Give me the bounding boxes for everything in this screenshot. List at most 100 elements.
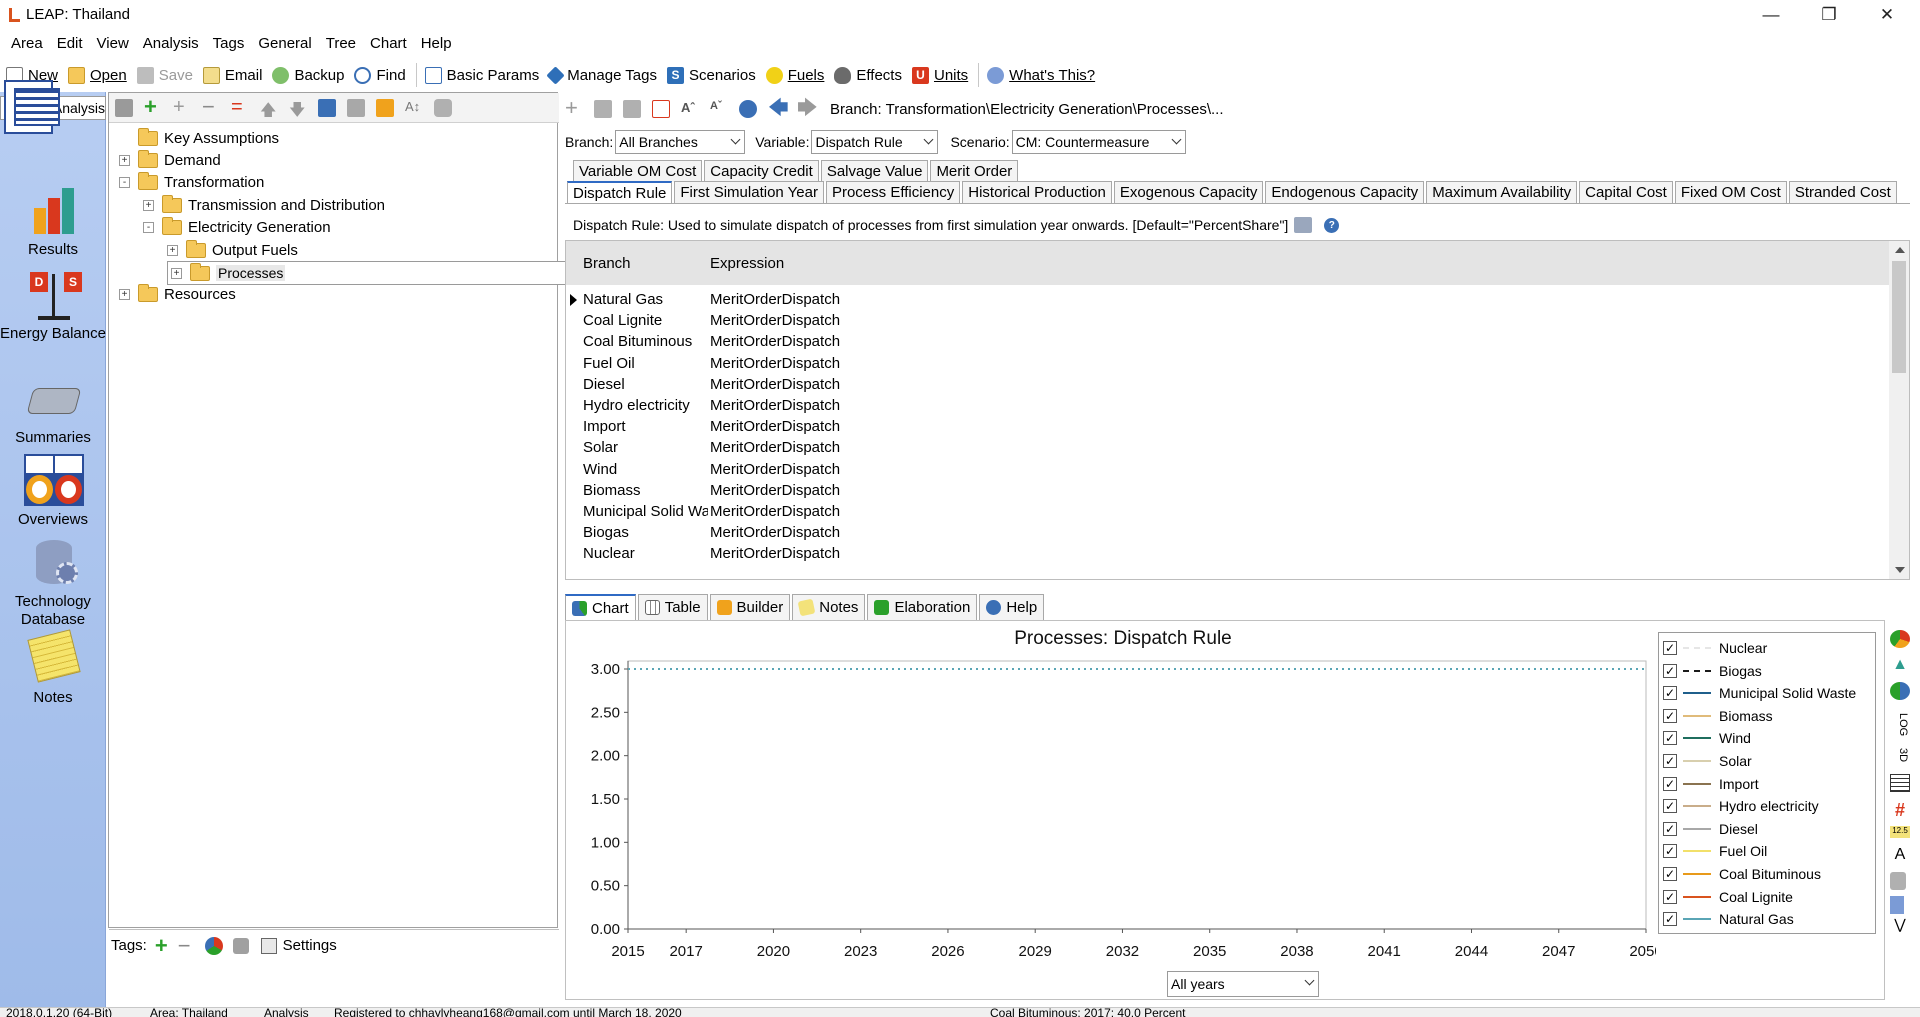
tab-historical-production[interactable]: Historical Production (962, 181, 1112, 203)
legend-item-biomass[interactable]: ✓ Biomass (1663, 705, 1773, 727)
tag-brush-icon[interactable] (232, 937, 249, 954)
move-up-icon[interactable]: 🡅 (260, 99, 278, 119)
expression-cell[interactable]: MeritOrderDispatch (708, 524, 840, 541)
table-row[interactable]: Wind MeritOrderDispatch (566, 459, 840, 480)
year-range-select[interactable]: All years (1167, 971, 1319, 997)
menu-view[interactable]: View (90, 35, 136, 52)
column-header-branch[interactable]: Branch (566, 255, 708, 272)
paste-icon[interactable] (623, 100, 641, 118)
variable-select[interactable]: Dispatch Rule (811, 130, 939, 154)
tab-salvage-value[interactable]: Salvage Value (820, 160, 929, 182)
increase-font-icon[interactable]: Aˆ (681, 100, 699, 118)
legend-item-fuel-oil[interactable]: ✓ Fuel Oil (1663, 840, 1767, 862)
tab-help[interactable]: Help (979, 594, 1045, 620)
expression-cell[interactable]: MeritOrderDispatch (708, 418, 840, 435)
add-multiple-icon[interactable]: + (173, 97, 191, 117)
tab-chart[interactable]: Chart (565, 594, 636, 620)
menu-chart[interactable]: Chart (363, 35, 414, 52)
collapse-icon[interactable]: - (119, 177, 130, 189)
basic-params-button[interactable]: Basic Params (424, 66, 539, 84)
legend-checkbox[interactable]: ✓ (1663, 821, 1677, 836)
copy-icon[interactable] (594, 100, 612, 118)
menu-analysis[interactable]: Analysis (136, 35, 206, 52)
expression-cell[interactable]: MeritOrderDispatch (708, 503, 840, 520)
scroll-up-icon[interactable] (1895, 247, 1905, 253)
sidebar-item-energy-balance[interactable]: D S Energy Balance (0, 268, 106, 343)
menu-help[interactable]: Help (414, 35, 459, 52)
table-row[interactable]: Nuclear MeritOrderDispatch (566, 543, 840, 564)
sidebar-item-results[interactable]: Results (0, 184, 106, 259)
tags-settings-button[interactable]: Settings (283, 937, 337, 954)
table-row[interactable]: Fuel Oil MeritOrderDispatch (566, 353, 840, 374)
tab-elaboration[interactable]: Elaboration (867, 594, 978, 620)
table-row[interactable]: Biomass MeritOrderDispatch (566, 480, 840, 501)
tree-properties-icon[interactable] (115, 98, 133, 117)
legend-checkbox[interactable]: ✓ (1663, 889, 1677, 904)
legend-item-municipal-solid-waste[interactable]: ✓ Municipal Solid Waste (1663, 682, 1856, 704)
back-arrow-icon[interactable]: 🡄 (768, 98, 789, 118)
units-button[interactable]: U Units (911, 66, 968, 84)
expression-cell[interactable]: MeritOrderDispatch (708, 312, 840, 329)
tree-outline-icon[interactable] (318, 98, 336, 117)
tab-builder[interactable]: Builder (709, 594, 791, 620)
menu-tree[interactable]: Tree (319, 35, 363, 52)
tree-node-resources[interactable]: + Resources (119, 284, 236, 306)
scenario-select[interactable]: CM: Countermeasure (1011, 130, 1186, 154)
scenarios-button[interactable]: S Scenarios (667, 66, 756, 84)
legend-checkbox[interactable]: ✓ (1663, 663, 1677, 678)
legend-item-import[interactable]: ✓ Import (1663, 773, 1759, 795)
expand-icon[interactable]: + (171, 267, 182, 279)
legend-item-wind[interactable]: ✓ Wind (1663, 727, 1751, 749)
legend-checkbox[interactable]: ✓ (1663, 754, 1677, 768)
folder-gray-icon[interactable] (347, 98, 365, 117)
branch-select[interactable]: All Branches (615, 130, 746, 154)
sidebar-item-overviews[interactable]: Overviews (0, 454, 106, 529)
email-button[interactable]: Email (202, 66, 262, 84)
legend-checkbox[interactable]: ✓ (1663, 641, 1677, 655)
expand-icon[interactable]: + (143, 199, 154, 211)
tree-node-demand[interactable]: + Demand (119, 149, 221, 171)
insert-icon[interactable]: + (565, 97, 583, 119)
table-row[interactable]: Hydro electricity MeritOrderDispatch (566, 395, 840, 416)
users-icon[interactable] (739, 100, 757, 118)
export-excel-icon[interactable] (652, 100, 670, 118)
menu-tags[interactable]: Tags (206, 35, 252, 52)
sidebar-item-notes[interactable]: Notes (0, 629, 106, 707)
move-down-icon[interactable]: 🡇 (289, 99, 307, 119)
legend-item-biogas[interactable]: ✓ Biogas (1663, 660, 1762, 682)
legend-checkbox[interactable]: ✓ (1663, 867, 1677, 881)
table-row[interactable]: Municipal Solid Wast MeritOrderDispatch (566, 501, 840, 522)
scroll-thumb[interactable] (1892, 261, 1906, 373)
font-settings-icon[interactable]: A (1890, 846, 1910, 864)
expression-cell[interactable]: MeritOrderDispatch (708, 545, 840, 562)
table-row[interactable]: Import MeritOrderDispatch (566, 416, 840, 437)
edit-default-icon[interactable] (1294, 217, 1313, 233)
expression-cell[interactable]: MeritOrderDispatch (708, 482, 840, 499)
tab-exogenous-capacity[interactable]: Exogenous Capacity (1113, 181, 1264, 203)
sort-az-icon[interactable]: A↕ (405, 99, 423, 117)
tab-table[interactable]: Table (637, 594, 708, 620)
legend-checkbox[interactable]: ✓ (1663, 912, 1677, 927)
delete-branch-icon[interactable]: = (231, 97, 249, 117)
tree-node-key-assumptions[interactable]: Key Assumptions (119, 127, 279, 149)
expand-icon[interactable]: + (119, 154, 130, 166)
tab-endogenous-capacity[interactable]: Endogenous Capacity (1265, 181, 1425, 203)
restore-button[interactable]: ❐ (1800, 0, 1858, 29)
tab-first-simulation-year[interactable]: First Simulation Year (674, 181, 824, 203)
expression-cell[interactable]: MeritOrderDispatch (708, 333, 840, 350)
table-row[interactable]: Biogas MeritOrderDispatch (566, 522, 840, 543)
export-chart-icon[interactable] (1890, 896, 1904, 914)
table-row[interactable]: Natural Gas MeritOrderDispatch (566, 289, 840, 310)
tree-node-output-fuels[interactable]: + Output Fuels (167, 239, 298, 261)
add-tag-icon[interactable]: + (155, 933, 168, 959)
legend-item-coal-lignite[interactable]: ✓ Coal Lignite (1663, 886, 1793, 908)
tab-capacity-credit[interactable]: Capacity Credit (704, 160, 819, 182)
legend-checkbox[interactable]: ✓ (1663, 686, 1677, 701)
help-icon[interactable]: ? (1324, 217, 1340, 233)
save-button[interactable]: Save (136, 66, 193, 84)
table-row[interactable]: Diesel MeritOrderDispatch (566, 374, 840, 395)
collapse-icon[interactable]: - (143, 222, 154, 234)
add-branch-icon[interactable]: + (144, 95, 162, 117)
legend-item-nuclear[interactable]: ✓ Nuclear (1663, 637, 1767, 659)
log-scale-icon[interactable]: LOG (1891, 713, 1909, 736)
